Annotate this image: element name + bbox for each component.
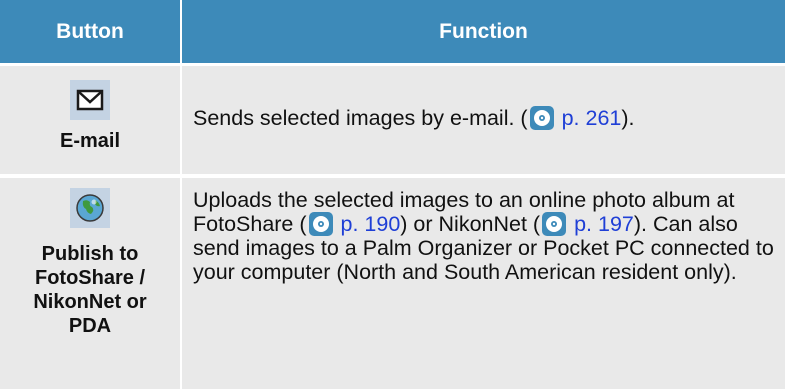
function-cell: Uploads the selected images to an online… bbox=[182, 178, 785, 389]
page-reference-link[interactable]: p. 197 bbox=[574, 212, 634, 236]
cd-reference-icon bbox=[308, 212, 333, 236]
function-description: Sends selected images by e-mail. ( p. 26… bbox=[193, 106, 778, 130]
globe-icon[interactable] bbox=[70, 188, 110, 228]
page-reference-link[interactable]: p. 261 bbox=[562, 106, 622, 130]
label-line: PDA bbox=[68, 315, 112, 337]
function-cell: Sends selected images by e-mail. ( p. 26… bbox=[182, 66, 785, 174]
header-function-column: Function bbox=[182, 0, 785, 63]
description-text: ). bbox=[621, 106, 635, 130]
function-description: Uploads the selected images to an online… bbox=[193, 188, 778, 284]
envelope-icon[interactable] bbox=[70, 80, 110, 120]
cd-reference-icon bbox=[542, 212, 567, 236]
button-cell: E-mail bbox=[0, 66, 180, 174]
button-cell: Publish to FotoShare / NikonNet or PDA bbox=[0, 178, 180, 389]
label-line: FotoShare / bbox=[34, 267, 145, 289]
header-button-column: Button bbox=[0, 0, 180, 63]
label-line: Publish to bbox=[41, 243, 139, 265]
button-function-table: Button Function E-mail Sends selected im… bbox=[0, 0, 785, 389]
description-text: ) or NikonNet ( bbox=[400, 212, 541, 236]
table-row: E-mail Sends selected images by e-mail. … bbox=[0, 66, 785, 174]
page-reference-link[interactable]: p. 190 bbox=[341, 212, 401, 236]
email-button-label: E-mail bbox=[59, 130, 121, 152]
table-header: Button Function bbox=[0, 0, 785, 63]
table-row: Publish to FotoShare / NikonNet or PDA U… bbox=[0, 178, 785, 389]
cd-reference-icon bbox=[529, 106, 554, 130]
description-text: Sends selected images by e-mail. ( bbox=[193, 106, 528, 130]
publish-button-label: Publish to FotoShare / NikonNet or PDA bbox=[0, 242, 180, 338]
label-line: NikonNet or bbox=[33, 291, 147, 313]
